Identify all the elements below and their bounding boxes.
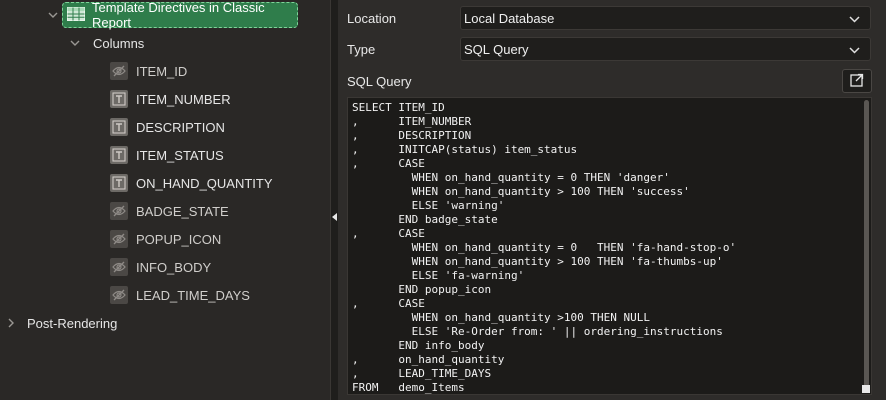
- tree-node-columns[interactable]: Columns: [68, 30, 144, 56]
- eye-slash-icon: [110, 202, 128, 220]
- tree-node-column[interactable]: LEAD_TIME_DAYS: [110, 282, 250, 308]
- tree-node-column[interactable]: POPUP_ICON: [110, 226, 221, 252]
- tree-node-column[interactable]: ON_HAND_QUANTITY: [110, 170, 273, 196]
- type-select[interactable]: SQL Query: [460, 37, 871, 61]
- chevron-down-icon[interactable]: [68, 36, 82, 50]
- eye-slash-icon: [110, 258, 128, 276]
- location-value: Local Database: [464, 10, 555, 26]
- property-editor: Location Local Database Type SQL Query S…: [338, 0, 886, 400]
- eye-slash-icon: [110, 286, 128, 304]
- type-value: SQL Query: [464, 41, 529, 57]
- column-label: ITEM_STATUS: [136, 147, 224, 163]
- tree-node-column[interactable]: INFO_BODY: [110, 254, 211, 280]
- sql-code-editor[interactable]: SELECT ITEM_ID , ITEM_NUMBER , DESCRIPTI…: [347, 97, 872, 395]
- expand-code-editor-button[interactable]: [842, 69, 872, 93]
- post-rendering-label: Post-Rendering: [27, 315, 118, 331]
- eye-slash-icon: [110, 62, 128, 80]
- tree-node-column[interactable]: ITEM_STATUS: [110, 142, 224, 168]
- location-select[interactable]: Local Database: [460, 6, 871, 30]
- chevron-right-icon[interactable]: [4, 316, 18, 330]
- chevron-down-icon[interactable]: [46, 8, 60, 22]
- column-label: BADGE_STATE: [136, 203, 229, 219]
- text-column-icon: [110, 90, 128, 108]
- column-label: INFO_BODY: [136, 259, 212, 275]
- tree-node-post-rendering[interactable]: Post-Rendering: [4, 310, 117, 336]
- tree-expander-region[interactable]: [46, 2, 60, 28]
- tree-node-column[interactable]: ITEM_NUMBER: [110, 86, 231, 112]
- selected-node-label: Template Directives in Classic Report: [92, 0, 265, 30]
- column-label: DESCRIPTION: [136, 119, 225, 135]
- columns-label: Columns: [93, 35, 145, 51]
- text-column-icon: [110, 146, 128, 164]
- column-label: POPUP_ICON: [136, 231, 222, 247]
- expand-icon: [850, 73, 864, 90]
- column-label: LEAD_TIME_DAYS: [136, 287, 250, 303]
- eye-slash-icon: [110, 230, 128, 248]
- column-label: ITEM_NUMBER: [136, 91, 231, 107]
- chevron-down-icon: [849, 11, 860, 26]
- resize-handle-icon[interactable]: [862, 385, 870, 393]
- classic-report-icon: [67, 6, 85, 24]
- tree-node-column[interactable]: BADGE_STATE: [110, 198, 229, 224]
- tree-node-column[interactable]: ITEM_ID: [110, 58, 187, 84]
- text-column-icon: [110, 118, 128, 136]
- tree-node-column[interactable]: DESCRIPTION: [110, 114, 225, 140]
- type-label: Type: [347, 42, 376, 57]
- sql-query-label: SQL Query: [347, 74, 412, 89]
- column-label: ON_HAND_QUANTITY: [136, 175, 273, 191]
- sql-code-text[interactable]: SELECT ITEM_ID , ITEM_NUMBER , DESCRIPTI…: [348, 98, 871, 394]
- editor-scrollbar[interactable]: [864, 100, 869, 388]
- text-column-icon: [110, 174, 128, 192]
- location-label: Location: [347, 11, 397, 26]
- column-label: ITEM_ID: [136, 63, 188, 79]
- chevron-down-icon: [849, 42, 860, 57]
- tree-node-region-selected[interactable]: Template Directives in Classic Report: [62, 0, 298, 30]
- component-tree: Template Directives in Classic Report Co…: [0, 0, 330, 400]
